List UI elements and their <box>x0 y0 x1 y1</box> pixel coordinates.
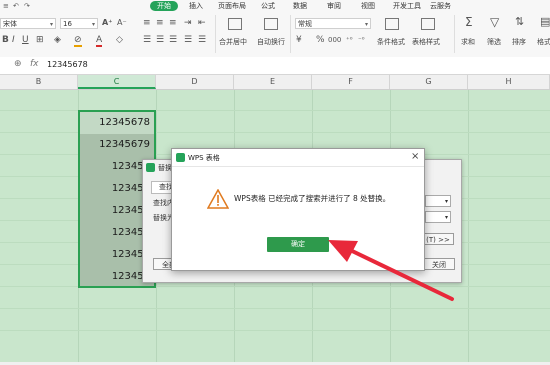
pointer-arrow <box>328 240 454 301</box>
